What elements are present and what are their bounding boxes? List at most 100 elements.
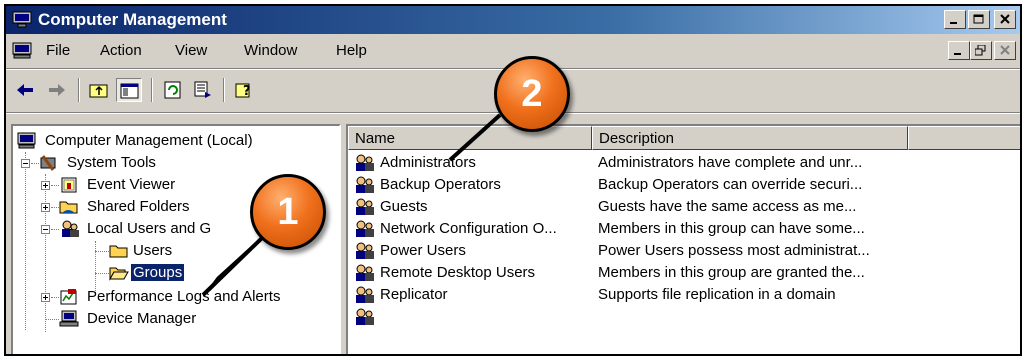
minimize-icon (954, 53, 961, 55)
group-description: Supports file replication in a domain (598, 286, 836, 303)
tree-line (95, 241, 96, 293)
toolbar-separator (223, 78, 225, 102)
list-row[interactable]: Remote Desktop Users Members in this gro… (348, 262, 1020, 284)
group-description: Guests have the same access as me... (598, 198, 857, 215)
back-arrow-icon (17, 84, 33, 96)
event-viewer-icon (59, 176, 79, 198)
group-name: Power Users (380, 242, 466, 259)
menu-window[interactable]: Window (244, 42, 297, 59)
device-manager-icon (59, 310, 79, 332)
computer-icon (17, 132, 37, 154)
group-icon (354, 242, 376, 264)
expand-shared-folders[interactable] (41, 203, 50, 212)
collapse-local-users[interactable] (41, 225, 50, 234)
back-button[interactable] (12, 78, 38, 102)
minimize-icon (950, 22, 957, 24)
shared-folder-icon (59, 198, 79, 220)
collapse-system-tools[interactable] (21, 159, 30, 168)
list-row[interactable]: Guests Guests have the same access as me… (348, 196, 1020, 218)
tree-item-label: Device Manager (87, 310, 197, 327)
tree-line (51, 207, 59, 208)
tree-line (51, 229, 59, 230)
column-header-description[interactable]: Description (592, 126, 908, 150)
group-icon (354, 198, 376, 220)
local-users-icon (59, 220, 81, 242)
groups-list-view[interactable]: Name Description Administrators Administ… (346, 124, 1020, 354)
group-name: Network Configuration O... (380, 220, 557, 237)
menu-view[interactable]: View (175, 42, 207, 59)
group-name: Replicator (380, 286, 448, 303)
maximize-button[interactable] (968, 10, 990, 29)
column-header-name[interactable]: Name (348, 126, 592, 150)
tree-item-label: Groups (129, 263, 186, 282)
callout-badge-1: 1 (250, 174, 326, 250)
list-row-partial[interactable] (348, 306, 1020, 328)
group-description: Backup Operators can override securi... (598, 176, 863, 193)
group-icon (354, 308, 376, 330)
tree-line (31, 163, 39, 164)
help-button[interactable]: ? (232, 78, 258, 102)
group-name: Guests (380, 198, 428, 215)
list-row[interactable]: Administrators Administrators have compl… (348, 152, 1020, 174)
tree-line (25, 152, 26, 330)
title-bar[interactable]: Computer Management (6, 6, 1020, 34)
child-minimize-button[interactable] (948, 41, 970, 60)
maximize-icon (973, 14, 984, 24)
group-icon (354, 220, 376, 242)
folder-up-icon (89, 84, 108, 98)
performance-logs-icon (59, 288, 79, 310)
computer-management-window: Computer Management File Action View Win… (4, 4, 1022, 356)
up-one-level-button[interactable] (86, 78, 112, 102)
computer-management-icon (12, 11, 32, 28)
tree-item-label: Shared Folders (87, 198, 190, 215)
list-row[interactable]: Network Configuration O... Members in th… (348, 218, 1020, 240)
group-icon (354, 264, 376, 286)
refresh-icon (164, 81, 181, 99)
svg-text:?: ? (243, 84, 251, 99)
expand-event-viewer[interactable] (41, 181, 50, 190)
close-button[interactable] (994, 10, 1016, 29)
group-icon (354, 154, 376, 176)
tree-line (95, 273, 109, 274)
column-header-empty[interactable] (908, 126, 1020, 150)
list-row[interactable]: Power Users Power Users possess most adm… (348, 240, 1020, 262)
child-close-button[interactable] (994, 41, 1016, 60)
show-hide-console-tree-button[interactable] (116, 78, 142, 102)
group-description: Power Users possess most administrat... (598, 242, 870, 259)
help-icon: ? (235, 83, 251, 99)
list-row[interactable]: Backup Operators Backup Operators can ov… (348, 174, 1020, 196)
group-name: Remote Desktop Users (380, 264, 536, 281)
folder-icon (109, 242, 129, 264)
tree-line (95, 251, 109, 252)
expand-performance-logs[interactable] (41, 293, 50, 302)
group-name: Backup Operators (380, 176, 501, 193)
menu-file[interactable]: File (46, 42, 70, 59)
tree-item-label: Computer Management (Local) (45, 132, 253, 149)
forward-button[interactable] (44, 78, 70, 102)
group-description: Administrators have complete and unr... (598, 154, 863, 171)
tree-item-label: Local Users and G (87, 220, 212, 237)
tree-line (51, 297, 59, 298)
menu-help[interactable]: Help (336, 42, 367, 59)
tree-item-label: System Tools (67, 154, 156, 171)
refresh-button[interactable] (160, 78, 186, 102)
open-folder-icon (109, 264, 129, 286)
tree-item-label: Performance Logs and Alerts (87, 288, 281, 305)
export-list-icon (194, 81, 211, 98)
group-icon (354, 176, 376, 198)
tree-item-label: Event Viewer (87, 176, 176, 193)
minimize-button[interactable] (944, 10, 966, 29)
close-icon (1000, 14, 1010, 24)
child-restore-button[interactable] (970, 41, 992, 60)
list-row[interactable]: Replicator Supports file replication in … (348, 284, 1020, 306)
system-tools-icon (39, 154, 59, 176)
export-list-button[interactable] (190, 78, 216, 102)
tree-line (51, 185, 59, 186)
group-description: Members in this group are granted the... (598, 264, 865, 281)
restore-icon (975, 45, 986, 56)
group-icon (354, 286, 376, 308)
tree-line (45, 174, 46, 332)
menu-action[interactable]: Action (100, 42, 142, 59)
window-title: Computer Management (38, 10, 227, 29)
console-document-icon[interactable] (12, 42, 32, 63)
